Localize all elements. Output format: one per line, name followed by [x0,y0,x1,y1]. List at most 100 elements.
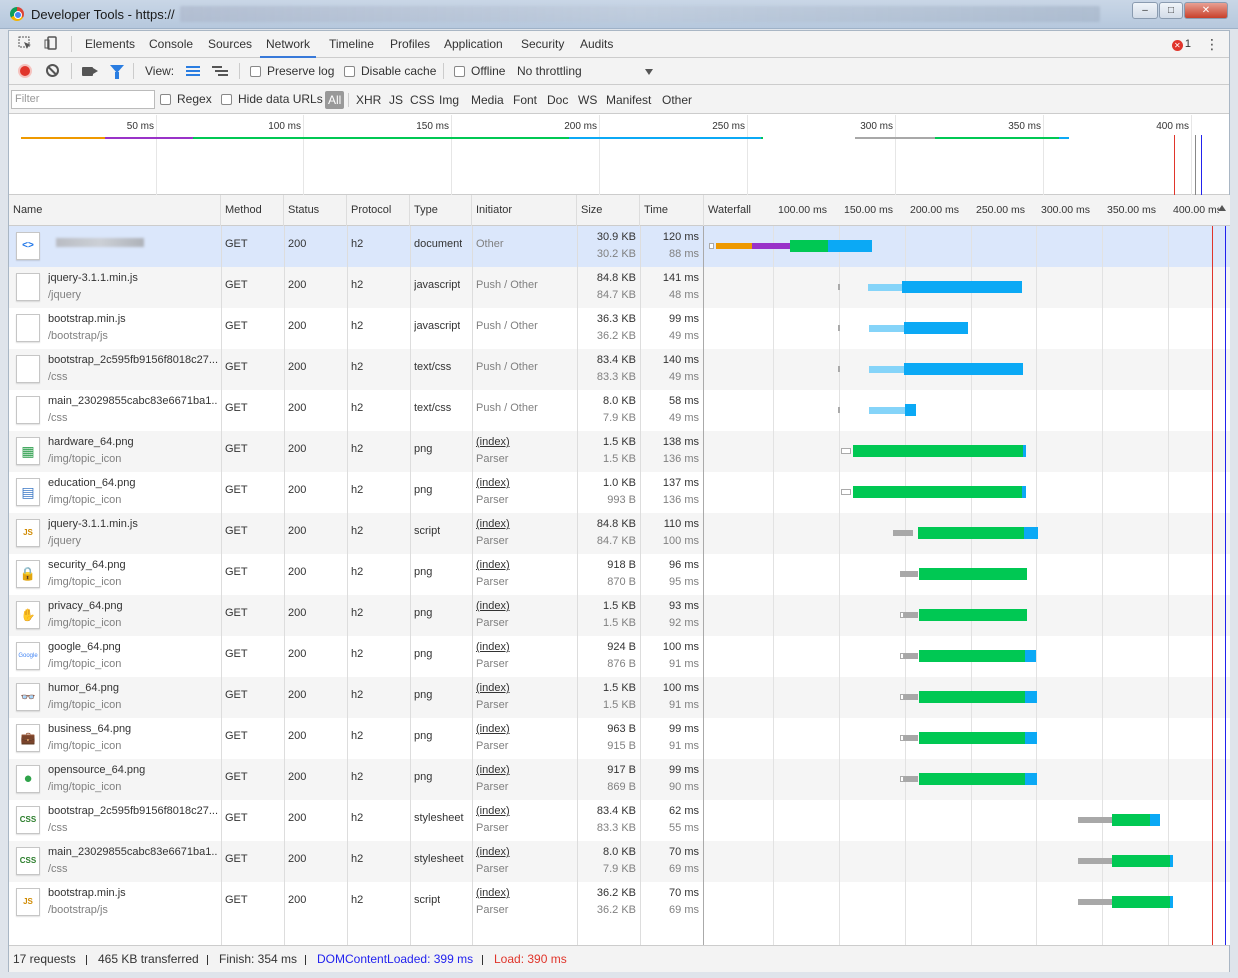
tab-sources[interactable]: Sources [202,31,258,58]
tab-application[interactable]: Application [438,31,509,58]
record-button[interactable] [18,64,32,78]
waterfall-bar[interactable] [868,283,902,291]
waterfall-bar[interactable] [919,568,1027,580]
waterfall-bar[interactable] [904,776,918,782]
throttling-select[interactable]: No throttling [517,58,582,85]
column-waterfall[interactable]: Waterfall [704,195,772,226]
error-count-badge[interactable]: ✕ 1 [1171,38,1191,51]
tab-audits[interactable]: Audits [574,31,619,58]
filter-media[interactable]: Media [469,91,506,109]
waterfall-bar[interactable] [904,694,918,700]
waterfall-bar[interactable] [1023,445,1026,457]
initiator-link[interactable]: (index) [476,435,510,449]
initiator-link[interactable]: (index) [476,640,510,654]
waterfall-bar[interactable] [904,735,918,741]
waterfall-bar[interactable] [869,406,905,414]
initiator-link[interactable]: (index) [476,804,510,818]
waterfall-bar[interactable] [841,448,851,454]
waterfall-bar[interactable] [918,527,1024,539]
filter-doc[interactable]: Doc [545,91,570,109]
offline-checkbox[interactable] [454,66,465,77]
waterfall-bar[interactable] [1170,855,1173,867]
overview-toggle-icon[interactable] [212,66,228,77]
waterfall-bar[interactable] [838,284,840,290]
regex-checkbox[interactable] [160,94,171,105]
clear-icon[interactable] [46,64,59,77]
column-type[interactable]: Type [410,195,472,226]
waterfall-bar[interactable] [919,691,1025,703]
column-time[interactable]: Time [640,195,704,226]
initiator-link[interactable]: (index) [476,558,510,572]
waterfall-bar[interactable] [1080,858,1112,864]
chevron-down-icon[interactable] [645,69,653,75]
filter-icon[interactable] [110,65,124,79]
waterfall-bar[interactable] [900,571,918,577]
waterfall-bar[interactable] [1024,527,1038,539]
waterfall-bar[interactable] [716,243,752,249]
tab-network[interactable]: Network [260,31,317,58]
initiator-link[interactable]: (index) [476,845,510,859]
filter-css[interactable]: CSS [408,91,437,109]
close-window-button[interactable]: ✕ [1184,2,1228,19]
filter-xhr[interactable]: XHR [354,91,383,109]
overview-timeline[interactable]: 50 ms 100 ms 150 ms 200 ms 250 ms 300 ms… [9,115,1229,195]
tab-profiles[interactable]: Profiles [384,31,436,58]
initiator-link[interactable]: (index) [476,722,510,736]
inspect-element-icon[interactable] [17,36,33,52]
waterfall-bar[interactable] [904,363,1023,375]
waterfall-bar[interactable] [1112,814,1150,826]
column-name[interactable]: Name [9,195,221,226]
waterfall-bar[interactable] [869,324,904,332]
waterfall-bar[interactable] [904,653,918,659]
initiator-link[interactable]: (index) [476,599,510,613]
column-protocol[interactable]: Protocol [347,195,410,226]
waterfall-bar[interactable] [841,489,851,495]
waterfall-bar[interactable] [1170,896,1173,908]
waterfall-bar[interactable] [1150,814,1160,826]
sort-ascending-icon[interactable] [1218,205,1226,211]
filter-font[interactable]: Font [511,91,539,109]
waterfall-bar[interactable] [1112,855,1170,867]
filter-ws[interactable]: WS [576,91,599,109]
filter-img[interactable]: Img [437,91,461,109]
waterfall-bar[interactable] [853,445,1023,457]
tab-security[interactable]: Security [515,31,570,58]
waterfall-bar[interactable] [752,243,790,249]
waterfall-bar[interactable] [1112,896,1170,908]
waterfall-bar[interactable] [838,366,840,372]
waterfall-bar[interactable] [828,240,872,252]
waterfall-bar[interactable] [709,243,714,249]
filter-js[interactable]: JS [387,91,405,109]
initiator-link[interactable]: (index) [476,763,510,777]
initiator-link[interactable]: (index) [476,476,510,490]
waterfall-bar[interactable] [790,240,828,252]
initiator-link[interactable]: (index) [476,517,510,531]
waterfall-bar[interactable] [919,650,1025,662]
waterfall-bar[interactable] [1025,773,1037,785]
filter-manifest[interactable]: Manifest [604,91,653,109]
waterfall-bar[interactable] [919,609,1027,621]
waterfall-bar[interactable] [902,281,1022,293]
initiator-link[interactable]: (index) [476,886,510,900]
tab-console[interactable]: Console [143,31,199,58]
preserve-log-checkbox[interactable] [250,66,261,77]
waterfall-bar[interactable] [904,612,918,618]
waterfall-bar[interactable] [1022,486,1026,498]
waterfall-bar[interactable] [893,530,913,536]
waterfall-bar[interactable] [1025,732,1037,744]
column-initiator[interactable]: Initiator [472,195,577,226]
initiator-link[interactable]: (index) [476,681,510,695]
tab-timeline[interactable]: Timeline [323,31,380,58]
column-size[interactable]: Size [577,195,640,226]
column-method[interactable]: Method [221,195,284,226]
more-options-icon[interactable]: ⋮ [1205,36,1219,52]
waterfall-bar[interactable] [1025,650,1036,662]
capture-screenshots-icon[interactable] [82,67,98,76]
waterfall-bar[interactable] [869,365,904,373]
hide-data-urls-checkbox[interactable] [221,94,232,105]
large-rows-icon[interactable] [186,66,200,77]
column-status[interactable]: Status [284,195,347,226]
filter-other[interactable]: Other [660,91,694,109]
waterfall-bar[interactable] [904,322,968,334]
waterfall-bar[interactable] [838,325,840,331]
